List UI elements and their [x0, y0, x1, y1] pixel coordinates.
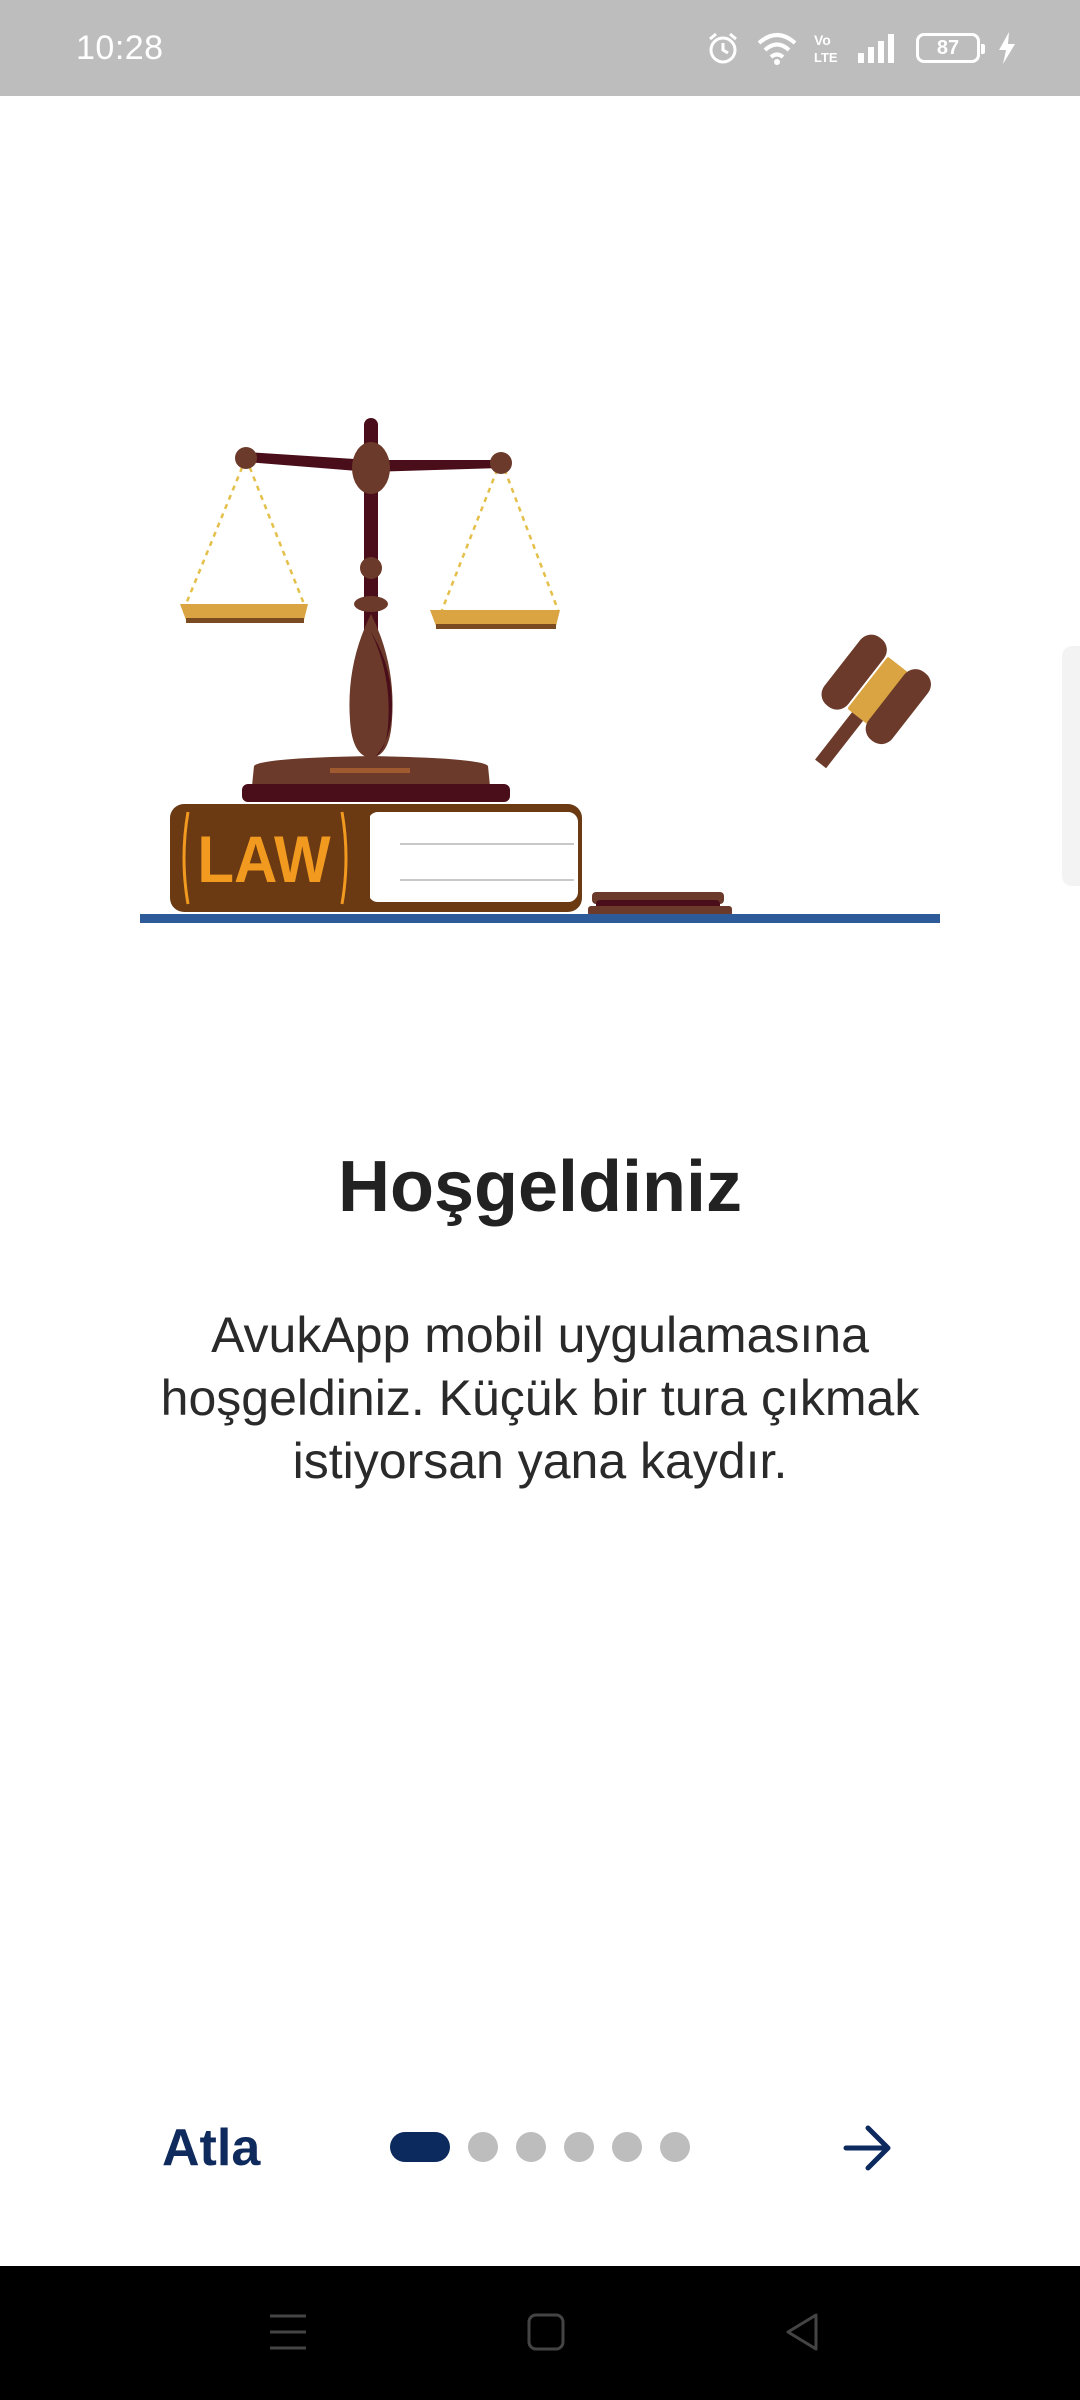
svg-text:Vo: Vo — [814, 32, 831, 48]
onboarding-nav: Atla — [0, 2098, 1080, 2198]
system-nav-bar — [0, 2266, 1080, 2400]
skip-button[interactable]: Atla — [162, 2118, 260, 2178]
next-button[interactable] — [838, 2118, 898, 2178]
page-dot-3[interactable] — [516, 2132, 546, 2162]
page-dot-4[interactable] — [564, 2132, 594, 2162]
back-icon[interactable] — [782, 2310, 822, 2354]
onboarding-title: Hoşgeldiniz — [337, 1147, 742, 1227]
status-icons: Vo LTE 87 — [706, 31, 1018, 65]
edge-panel-handle[interactable] — [1062, 646, 1080, 886]
onboarding-page: LAW Hoşgeldiniz AvukApp mobil uygulaması… — [0, 96, 1080, 2266]
book-label: LAW — [197, 824, 331, 897]
alarm-icon — [709, 32, 737, 64]
battery-level: 87 — [936, 36, 960, 59]
battery-icon: 87 — [916, 33, 985, 63]
page-dot-5[interactable] — [612, 2132, 642, 2162]
gavel-block-icon — [588, 892, 732, 916]
menu-icon[interactable] — [268, 2310, 308, 2354]
onboarding-description: AvukApp mobil uygulamasına hoşgeldiniz. … — [160, 1307, 920, 1489]
page-indicator — [390, 2132, 690, 2162]
gavel-icon — [815, 634, 931, 769]
home-icon[interactable] — [526, 2310, 566, 2354]
charging-icon — [999, 32, 1015, 64]
page-dot-6[interactable] — [660, 2132, 690, 2162]
scales-of-justice-icon — [180, 418, 560, 802]
status-bar: 10:28 Vo LTE 87 — [0, 0, 1080, 96]
status-time: 10:28 — [76, 28, 164, 67]
wifi-icon — [757, 33, 797, 65]
volte-icon: Vo LTE — [814, 32, 838, 65]
law-illustration: LAW — [140, 418, 940, 923]
svg-text:LTE: LTE — [814, 50, 838, 65]
law-book-icon: LAW — [170, 804, 582, 912]
page-dot-2[interactable] — [468, 2132, 498, 2162]
floor-line — [140, 914, 940, 923]
arrow-right-icon — [843, 2125, 891, 2171]
signal-icon — [858, 34, 894, 63]
page-dot-1[interactable] — [390, 2132, 450, 2162]
